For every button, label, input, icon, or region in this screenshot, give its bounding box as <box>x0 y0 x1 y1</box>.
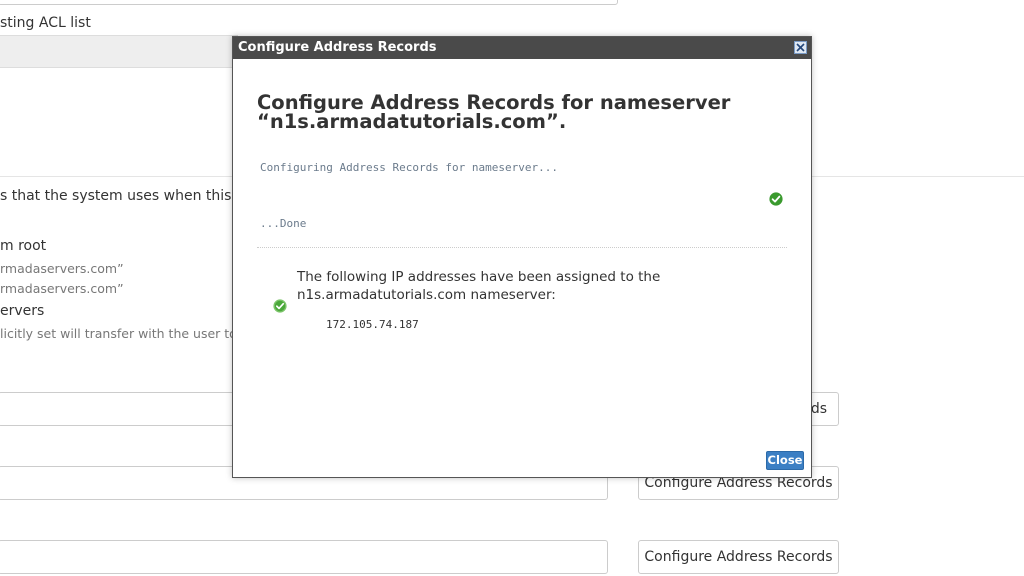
configure-address-records-dialog: Configure Address Records Configure Addr… <box>232 36 812 478</box>
transfer-note: licitly set will transfer with the user … <box>0 326 246 341</box>
configure-address-records-button-3[interactable]: Configure Address Records <box>638 540 839 574</box>
dialog-heading: Configure Address Records for nameserver… <box>257 91 731 133</box>
server-line-2: rmadaservers.com” <box>0 281 124 296</box>
assigned-ip-address: 172.105.74.187 <box>326 318 419 331</box>
nameserver-input-3[interactable] <box>0 540 608 574</box>
server-line-1: rmadaservers.com” <box>0 261 124 276</box>
progress-text: Configuring Address Records for nameserv… <box>260 161 559 174</box>
page: sting ACL list s that the system uses wh… <box>0 0 1024 576</box>
close-icon[interactable] <box>794 41 807 54</box>
button-label: ds <box>810 401 827 417</box>
dialog-divider <box>257 247 787 248</box>
button-label: Configure Address Records <box>644 549 833 565</box>
close-button[interactable]: Close <box>766 451 804 470</box>
dialog-titlebar[interactable]: Configure Address Records <box>233 37 811 59</box>
description-text: s that the system uses when this res <box>0 188 258 204</box>
acl-list-box[interactable] <box>0 35 238 68</box>
top-input-field[interactable] <box>0 0 618 5</box>
done-text: ...Done <box>260 217 307 230</box>
acl-list-label: sting ACL list <box>0 15 91 31</box>
root-option-label: m root <box>0 238 47 254</box>
servers-option-label: ervers <box>0 303 45 319</box>
check-circle-icon <box>273 298 287 313</box>
result-message: The following IP addresses have been ass… <box>297 269 661 303</box>
check-circle-icon <box>769 191 783 206</box>
nameserver-input-1[interactable] <box>0 392 238 426</box>
dialog-title: Configure Address Records <box>238 40 437 55</box>
